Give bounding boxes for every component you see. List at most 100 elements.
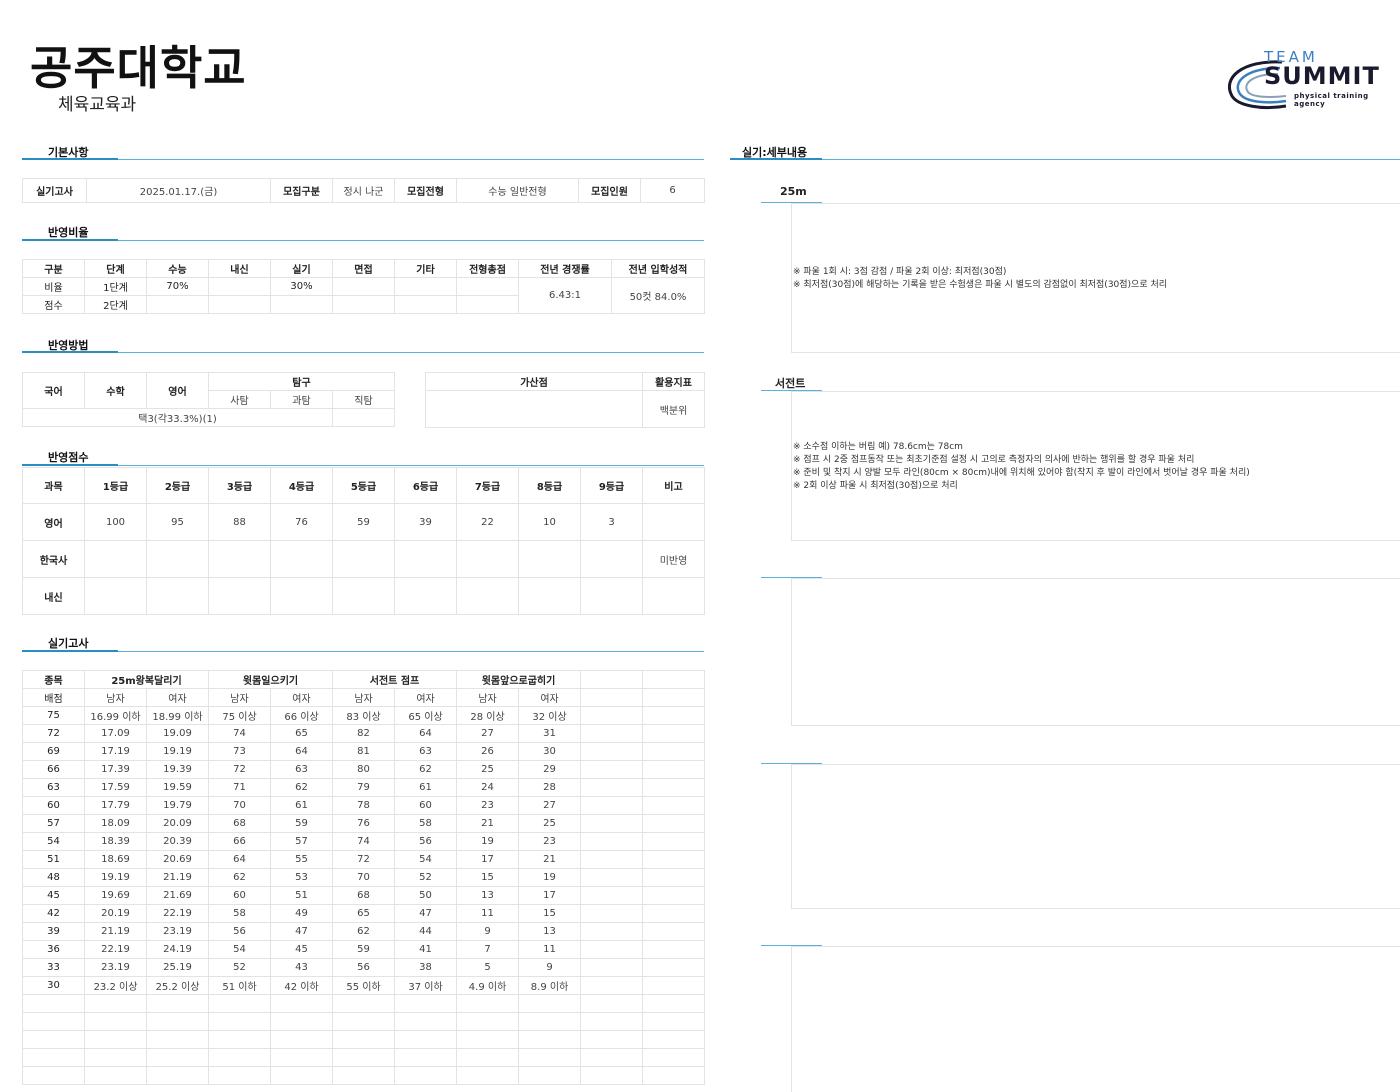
event-label: 종목 <box>22 670 85 689</box>
record-value: 29 <box>518 760 582 779</box>
ratio-cell <box>146 295 209 314</box>
prac-cell <box>642 724 706 743</box>
prac-cell <box>642 994 706 1013</box>
note-line: ※ 최저점(30점)에 해당하는 기록을 받은 수험생은 파울 시 별도의 감점… <box>793 280 1168 290</box>
ratio-cell <box>332 277 395 296</box>
prac-cell <box>580 742 644 761</box>
ratio-stage: 2단계 <box>84 295 147 314</box>
note-line: ※ 파울 1회 시: 3점 감점 / 파울 2회 이상: 최저점(30점) <box>793 267 1007 277</box>
note-line: ※ 소수점 이하는 버림 예) 78.6cm는 78cm <box>793 442 963 452</box>
prac-cell <box>580 904 644 923</box>
prac-cell <box>580 886 644 905</box>
jump-title: 서전트 <box>775 377 806 390</box>
record-value: 28 <box>518 778 582 797</box>
score-value <box>456 540 519 578</box>
table-row: 69 17.19 19.19 73 64 81 63 26 30 <box>22 742 706 761</box>
prac-cell <box>580 706 644 725</box>
empty-row <box>22 1048 706 1067</box>
prac-cell <box>580 814 644 833</box>
indicator-value: 백분위 <box>642 390 705 428</box>
event-name: 윗몸일으키기 <box>207 670 334 689</box>
record-value: 56 <box>394 832 458 851</box>
score-header: 8등급 <box>518 467 581 504</box>
record-value: 63 <box>394 742 458 761</box>
prac-cell <box>642 868 706 887</box>
record-value: 78 <box>332 796 396 815</box>
prac-cell <box>580 832 644 851</box>
event-name: 윗몸앞으로굽히기 <box>456 670 582 689</box>
record-value: 26 <box>456 742 520 761</box>
record-value: 45 <box>269 940 334 959</box>
record-value: 17 <box>518 886 582 905</box>
empty-row <box>22 994 706 1013</box>
ratio-admission: 50컷 84.0% <box>611 277 705 314</box>
prac-cell <box>22 1048 85 1067</box>
score-value <box>580 540 643 578</box>
prac-cell <box>518 1030 582 1049</box>
ratio-header: 전형총점 <box>456 259 519 278</box>
prac-cell <box>580 670 644 689</box>
gender-label: 남자 <box>456 688 520 707</box>
record-value: 31 <box>518 724 582 743</box>
run-notes-box: ※ 파울 1회 시: 3점 감점 / 파울 2회 이상: 최저점(30점) ※ … <box>791 203 1400 353</box>
points-value: 69 <box>22 742 85 761</box>
prac-cell <box>580 958 644 977</box>
prac-cell <box>332 1012 396 1031</box>
record-value: 21.69 <box>146 886 209 905</box>
prac-cell <box>518 1048 582 1067</box>
record-value: 19.19 <box>84 868 147 887</box>
record-value: 19.39 <box>146 760 209 779</box>
record-value: 17.59 <box>84 778 147 797</box>
logo-tagline: physical training agency <box>1294 92 1369 108</box>
note-line: ※ 준비 및 착지 시 양발 모두 라인(80cm × 80cm)내에 위치해 … <box>793 468 1250 478</box>
record-value: 70 <box>332 868 396 887</box>
record-value: 58 <box>208 904 271 923</box>
gender-label: 여자 <box>394 688 458 707</box>
prac-cell <box>642 832 706 851</box>
prac-cell <box>642 904 706 923</box>
score-value <box>456 577 519 615</box>
points-value: 42 <box>22 904 85 923</box>
table-row: 45 19.69 21.69 60 51 68 50 13 17 <box>22 886 706 905</box>
ratio-header-label: 전년 입학성적 <box>628 265 688 276</box>
empty-notes-box <box>791 946 1400 1092</box>
ratio-cell <box>208 295 271 314</box>
bonus-value <box>425 390 643 428</box>
record-value: 43 <box>269 958 334 977</box>
prac-cell <box>642 850 706 869</box>
table-row: 57 18.09 20.09 68 59 76 58 21 25 <box>22 814 706 833</box>
record-value: 32 이상 <box>518 706 582 725</box>
ratio-header: 기타 <box>394 259 457 278</box>
prac-cell <box>518 1066 582 1085</box>
record-value: 27 <box>518 796 582 815</box>
prac-cell <box>146 1030 209 1049</box>
ratio-header: 수능 <box>146 259 209 278</box>
ratio-cell <box>394 295 457 314</box>
record-value: 18.99 이하 <box>146 706 209 725</box>
record-value: 42 이하 <box>269 976 334 995</box>
prac-cell <box>456 1066 520 1085</box>
prac-cell <box>84 1066 147 1085</box>
score-value <box>332 540 395 578</box>
record-value: 47 <box>394 904 458 923</box>
record-value: 60 <box>208 886 271 905</box>
prac-cell <box>332 1066 396 1085</box>
logo-summit-text: SUMMIT <box>1264 62 1380 90</box>
record-value: 80 <box>332 760 396 779</box>
record-value: 4.9 이하 <box>456 976 520 995</box>
score-value: 95 <box>146 503 209 541</box>
ratio-cell <box>270 295 333 314</box>
prac-cell <box>394 1048 458 1067</box>
record-value: 11 <box>456 904 520 923</box>
prac-cell <box>580 994 644 1013</box>
record-value: 18.69 <box>84 850 147 869</box>
table-row: 39 21.19 23.19 56 47 62 44 9 13 <box>22 922 706 941</box>
practical-table: 종목 25m왕복달리기 윗몸일으키기 서전트 점프 윗몸앞으로굽히기 배점 남자… <box>22 670 706 1085</box>
points-value: 39 <box>22 922 85 941</box>
table-row: 36 22.19 24.19 54 45 59 41 7 11 <box>22 940 706 959</box>
event-name: 서전트 점프 <box>332 670 458 689</box>
prac-cell <box>208 994 271 1013</box>
ratio-cell <box>332 295 395 314</box>
score-value <box>146 577 209 615</box>
record-value: 68 <box>208 814 271 833</box>
